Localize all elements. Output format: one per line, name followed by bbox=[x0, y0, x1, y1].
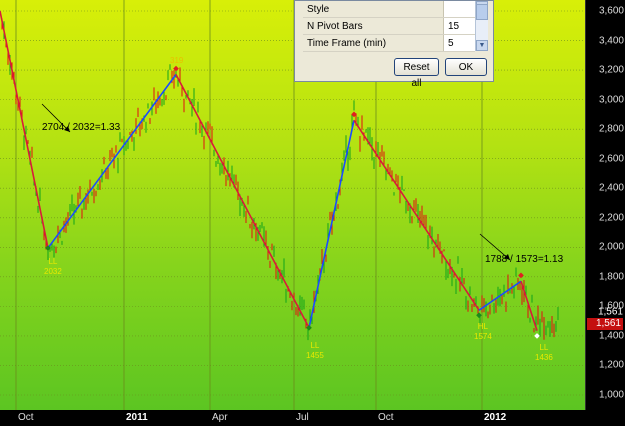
y-tick-label: 1,400 bbox=[598, 330, 624, 342]
pivot-label-ll-3: LL 1436 bbox=[535, 343, 553, 362]
price-axis[interactable]: 3,600 3,400 3,200 3,000 2,800 2,600 2,400 2,200… bbox=[585, 0, 625, 410]
y-tick-label: 1,800 bbox=[598, 271, 624, 283]
time-axis[interactable]: Oct 2011 Apr Jul Oct 2012 bbox=[0, 410, 585, 426]
property-row-style[interactable]: Style bbox=[303, 1, 475, 18]
y-tick-label: 3,000 bbox=[598, 94, 624, 106]
y-tick-label: 2,800 bbox=[598, 123, 624, 135]
y-tick-label: 2,200 bbox=[598, 212, 624, 224]
pivot-marker bbox=[518, 272, 524, 279]
property-row-time-frame[interactable]: Time Frame (min) 5 bbox=[303, 34, 475, 52]
zigzag-down-leg bbox=[353, 119, 480, 311]
scroll-down-icon[interactable]: ▼ bbox=[476, 40, 488, 51]
reset-all-button[interactable]: Reset all bbox=[394, 58, 439, 89]
y-tick-label: 3,400 bbox=[598, 35, 624, 47]
pivot-label-hl: HL 1574 bbox=[474, 322, 492, 341]
y-tick-label: 1,200 bbox=[598, 359, 624, 371]
y-tick-label: 2,400 bbox=[598, 182, 624, 194]
pivot-marker bbox=[534, 333, 540, 339]
chart-window: 2704 / 2032=1.33 1788 / 1573=1.13 LL 2032… bbox=[0, 0, 625, 426]
property-value-pivot-bars[interactable]: 15 bbox=[443, 17, 475, 35]
property-label: Time Frame (min) bbox=[303, 34, 444, 52]
ratio-annotation-2: 1788 / 1573=1.13 bbox=[485, 254, 564, 265]
y-tick-label: 2,000 bbox=[598, 241, 624, 253]
y-tick-label: 1,000 bbox=[598, 389, 624, 401]
property-value-time-frame[interactable]: 5 bbox=[443, 34, 475, 52]
property-row-pivot-bars[interactable]: N Pivot Bars 15 bbox=[303, 17, 475, 35]
zigzag-up-leg bbox=[47, 74, 177, 249]
last-price-label: 1,561 bbox=[597, 306, 623, 318]
x-tick-label: Oct bbox=[378, 412, 394, 423]
pivot-marker bbox=[476, 312, 482, 319]
property-label: Style bbox=[303, 1, 444, 18]
x-tick-label: 2011 bbox=[126, 412, 148, 423]
property-value-style[interactable] bbox=[443, 1, 475, 18]
chart-canvas bbox=[0, 0, 585, 410]
y-tick-label: 3,600 bbox=[598, 5, 624, 17]
pivot-label-peak-1: 319 bbox=[170, 56, 184, 65]
x-tick-label: Jul bbox=[296, 412, 309, 423]
ratio-annotation-1: 2704 / 2032=1.33 bbox=[42, 122, 121, 133]
pivot-label-ll-1: LL 2032 bbox=[44, 257, 62, 276]
x-tick-label: Oct bbox=[18, 412, 34, 423]
current-price-tag: 1,561 bbox=[587, 318, 623, 330]
property-label: N Pivot Bars bbox=[303, 17, 444, 35]
zigzag-down-leg bbox=[520, 281, 538, 331]
y-tick-label: 2,600 bbox=[598, 153, 624, 165]
zigzag-down-leg bbox=[0, 10, 49, 249]
pivot-markers bbox=[41, 65, 540, 339]
x-tick-label: 2012 bbox=[484, 412, 507, 423]
ok-button[interactable]: OK bbox=[445, 58, 487, 76]
zigzag-up-leg bbox=[308, 120, 355, 328]
x-tick-label: Apr bbox=[212, 412, 228, 423]
properties-scrollbar[interactable]: ▲ ▼ bbox=[475, 1, 488, 51]
price-chart[interactable]: 2704 / 2032=1.33 1788 / 1573=1.13 LL 2032… bbox=[0, 0, 585, 410]
pivot-label-ll-2: LL 1455 bbox=[306, 341, 324, 360]
indicator-settings-dialog: Style N Pivot Bars 15 Time Frame (min) 5… bbox=[294, 0, 494, 89]
pivot-marker bbox=[306, 324, 312, 331]
properties-grid: Style N Pivot Bars 15 Time Frame (min) 5 bbox=[303, 1, 475, 52]
zigzag-down-leg bbox=[175, 74, 310, 329]
y-tick-label: 3,200 bbox=[598, 64, 624, 76]
scroll-thumb[interactable] bbox=[476, 4, 488, 20]
